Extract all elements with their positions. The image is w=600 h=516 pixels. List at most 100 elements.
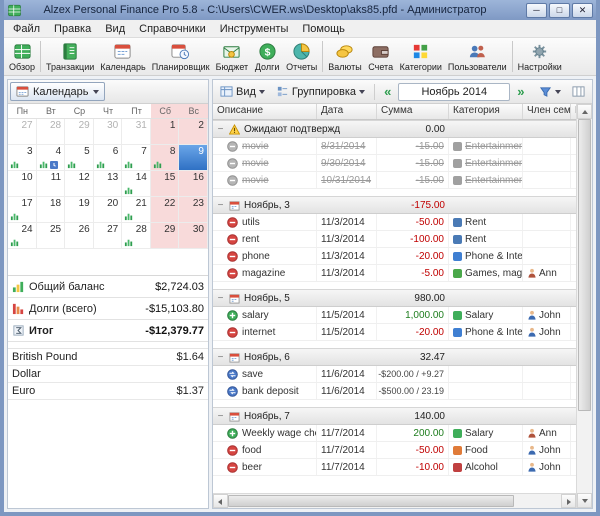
calendar-day[interactable]: 12 bbox=[65, 171, 94, 197]
calendar-day[interactable]: 15 bbox=[151, 171, 180, 197]
view-button[interactable]: Вид bbox=[216, 83, 269, 100]
calendar-day[interactable]: 24 bbox=[8, 223, 37, 249]
scroll-up-button[interactable] bbox=[577, 104, 592, 119]
calendar-day[interactable]: 13 bbox=[94, 171, 123, 197]
menu-item[interactable]: Помощь bbox=[295, 21, 352, 37]
vertical-scrollbar[interactable] bbox=[576, 104, 592, 508]
calendar-day[interactable]: 25 bbox=[37, 223, 66, 249]
transaction-row[interactable]: internet11/5/2014-20.00Phone & InteJohn bbox=[213, 324, 576, 341]
calendar-day[interactable]: 28 bbox=[37, 119, 66, 145]
calendar-day[interactable]: 9 bbox=[179, 145, 208, 171]
scroll-left-button[interactable] bbox=[213, 494, 228, 508]
calendar-day[interactable]: 8 bbox=[151, 145, 180, 171]
calendar-day[interactable]: 19 bbox=[65, 197, 94, 223]
calendar-day[interactable]: 17 bbox=[8, 197, 37, 223]
calendar-day[interactable]: 16 bbox=[179, 171, 208, 197]
calendar-day[interactable]: 5 bbox=[65, 145, 94, 171]
transaction-row[interactable]: salary11/5/20141,000.00SalaryJohn bbox=[213, 307, 576, 324]
maximize-button[interactable]: □ bbox=[549, 3, 570, 18]
calendar-day[interactable]: 20 bbox=[94, 197, 123, 223]
calendar-day[interactable]: 27 bbox=[94, 223, 123, 249]
toolbar-button-categories[interactable]: Категории bbox=[397, 39, 445, 75]
transaction-row[interactable]: beer11/7/2014-10.00AlcoholJohn bbox=[213, 459, 576, 476]
calendar-day[interactable]: 4 bbox=[37, 145, 66, 171]
collapse-icon[interactable] bbox=[216, 201, 225, 210]
filter-button[interactable] bbox=[535, 83, 565, 100]
vertical-scroll-track[interactable] bbox=[577, 119, 592, 493]
collapse-icon[interactable] bbox=[216, 294, 225, 303]
next-period-button[interactable]: » bbox=[513, 83, 528, 101]
calendar-day[interactable]: 2 bbox=[179, 119, 208, 145]
group-header-row[interactable]: Ноябрь, 3-175.00 bbox=[213, 196, 576, 214]
calendar-day[interactable]: 18 bbox=[37, 197, 66, 223]
column-header[interactable]: Сумма bbox=[377, 104, 449, 119]
transaction-row[interactable]: phone11/3/2014-20.00Phone & Inte bbox=[213, 248, 576, 265]
calendar-day[interactable]: 30 bbox=[94, 119, 123, 145]
calendar-day[interactable]: 29 bbox=[65, 119, 94, 145]
calendar-day[interactable]: 22 bbox=[151, 197, 180, 223]
transaction-row[interactable]: utils11/3/2014-50.00Rent bbox=[213, 214, 576, 231]
column-header[interactable]: Описание bbox=[213, 104, 317, 119]
toolbar-button-budget[interactable]: Бюджет bbox=[213, 39, 252, 75]
toolbar-button-calendar[interactable]: Календарь bbox=[97, 39, 148, 75]
scroll-down-button[interactable] bbox=[577, 493, 592, 508]
calendar-day[interactable]: 7 bbox=[122, 145, 151, 171]
period-field[interactable]: Ноябрь 2014 bbox=[398, 83, 510, 101]
vertical-scroll-thumb[interactable] bbox=[578, 119, 591, 411]
menu-item[interactable]: Справочники bbox=[132, 21, 213, 37]
calendar-day[interactable]: 26 bbox=[65, 223, 94, 249]
toolbar-button-overview[interactable]: Обзор bbox=[6, 39, 38, 75]
calendar-day[interactable]: 1 bbox=[151, 119, 180, 145]
transaction-row[interactable]: movie8/31/2014-15.00Entertainment bbox=[213, 138, 576, 155]
transaction-row[interactable]: rent11/3/2014-100.00Rent bbox=[213, 231, 576, 248]
transaction-row[interactable]: magazine11/3/2014-5.00Games, magiAnn bbox=[213, 265, 576, 282]
toolbar-button-debts[interactable]: $Долги bbox=[251, 39, 283, 75]
collapse-icon[interactable] bbox=[216, 412, 225, 421]
horizontal-scroll-track[interactable] bbox=[228, 494, 561, 508]
group-header-row[interactable]: Ноябрь, 632.47 bbox=[213, 348, 576, 366]
title-bar[interactable]: Alzex Personal Finance Pro 5.8 - C:\User… bbox=[4, 0, 596, 20]
prev-period-button[interactable]: « bbox=[380, 83, 395, 101]
toolbar-button-reports[interactable]: Отчеты bbox=[283, 39, 320, 75]
scroll-right-button[interactable] bbox=[561, 494, 576, 508]
calendar-day[interactable]: 29 bbox=[151, 223, 180, 249]
column-header[interactable]: Дата bbox=[317, 104, 377, 119]
close-button[interactable]: ✕ bbox=[572, 3, 593, 18]
horizontal-scrollbar[interactable] bbox=[213, 493, 576, 508]
transaction-row[interactable]: movie9/30/2014-15.00Entertainment bbox=[213, 155, 576, 172]
calendar-day[interactable]: 10 bbox=[8, 171, 37, 197]
collapse-icon[interactable] bbox=[216, 353, 225, 362]
group-header-row[interactable]: Ноябрь, 7140.00 bbox=[213, 407, 576, 425]
transaction-row[interactable]: Weekly wage chec11/7/2014200.00SalaryAnn bbox=[213, 425, 576, 442]
toolbar-button-settings[interactable]: Настройки bbox=[515, 39, 565, 75]
calendar-day[interactable]: 11 bbox=[37, 171, 66, 197]
calendar-view-button[interactable]: Календарь bbox=[10, 82, 105, 101]
horizontal-scroll-thumb[interactable] bbox=[228, 495, 514, 507]
calendar-day[interactable]: 21 bbox=[122, 197, 151, 223]
calendar-day[interactable]: 3 bbox=[8, 145, 37, 171]
grouping-button[interactable]: Группировка bbox=[272, 83, 369, 100]
collapse-icon[interactable] bbox=[216, 125, 225, 134]
transaction-row[interactable]: movie10/31/2014-15.00Entertainment bbox=[213, 172, 576, 189]
transaction-row[interactable]: food11/7/2014-50.00FoodJohn bbox=[213, 442, 576, 459]
menu-item[interactable]: Файл bbox=[6, 21, 47, 37]
toolbar-button-currencies[interactable]: Валюты bbox=[325, 39, 364, 75]
calendar-day[interactable]: 14 bbox=[122, 171, 151, 197]
toolbar-button-users[interactable]: Пользователи bbox=[445, 39, 510, 75]
group-header-row[interactable]: Ожидают подтвержд0.00 bbox=[213, 120, 576, 138]
column-header[interactable]: Член семьи bbox=[523, 104, 571, 119]
calendar-day[interactable]: 28 bbox=[122, 223, 151, 249]
calendar-day[interactable]: 31 bbox=[122, 119, 151, 145]
menu-item[interactable]: Инструменты bbox=[213, 21, 296, 37]
calendar-day[interactable]: 23 bbox=[179, 197, 208, 223]
calendar-day[interactable]: 27 bbox=[8, 119, 37, 145]
toolbar-button-transactions[interactable]: Транзакции bbox=[43, 39, 97, 75]
transaction-row[interactable]: save11/6/2014-$200.00 / +9.27 bbox=[213, 366, 576, 383]
toolbar-button-accounts[interactable]: Счета bbox=[365, 39, 397, 75]
columns-button[interactable] bbox=[568, 83, 589, 100]
transaction-row[interactable]: bank deposit11/6/2014-$500.00 / 23.19 bbox=[213, 383, 576, 400]
menu-item[interactable]: Вид bbox=[98, 21, 132, 37]
group-header-row[interactable]: Ноябрь, 5980.00 bbox=[213, 289, 576, 307]
calendar-day[interactable]: 30 bbox=[179, 223, 208, 249]
menu-item[interactable]: Правка bbox=[47, 21, 98, 37]
